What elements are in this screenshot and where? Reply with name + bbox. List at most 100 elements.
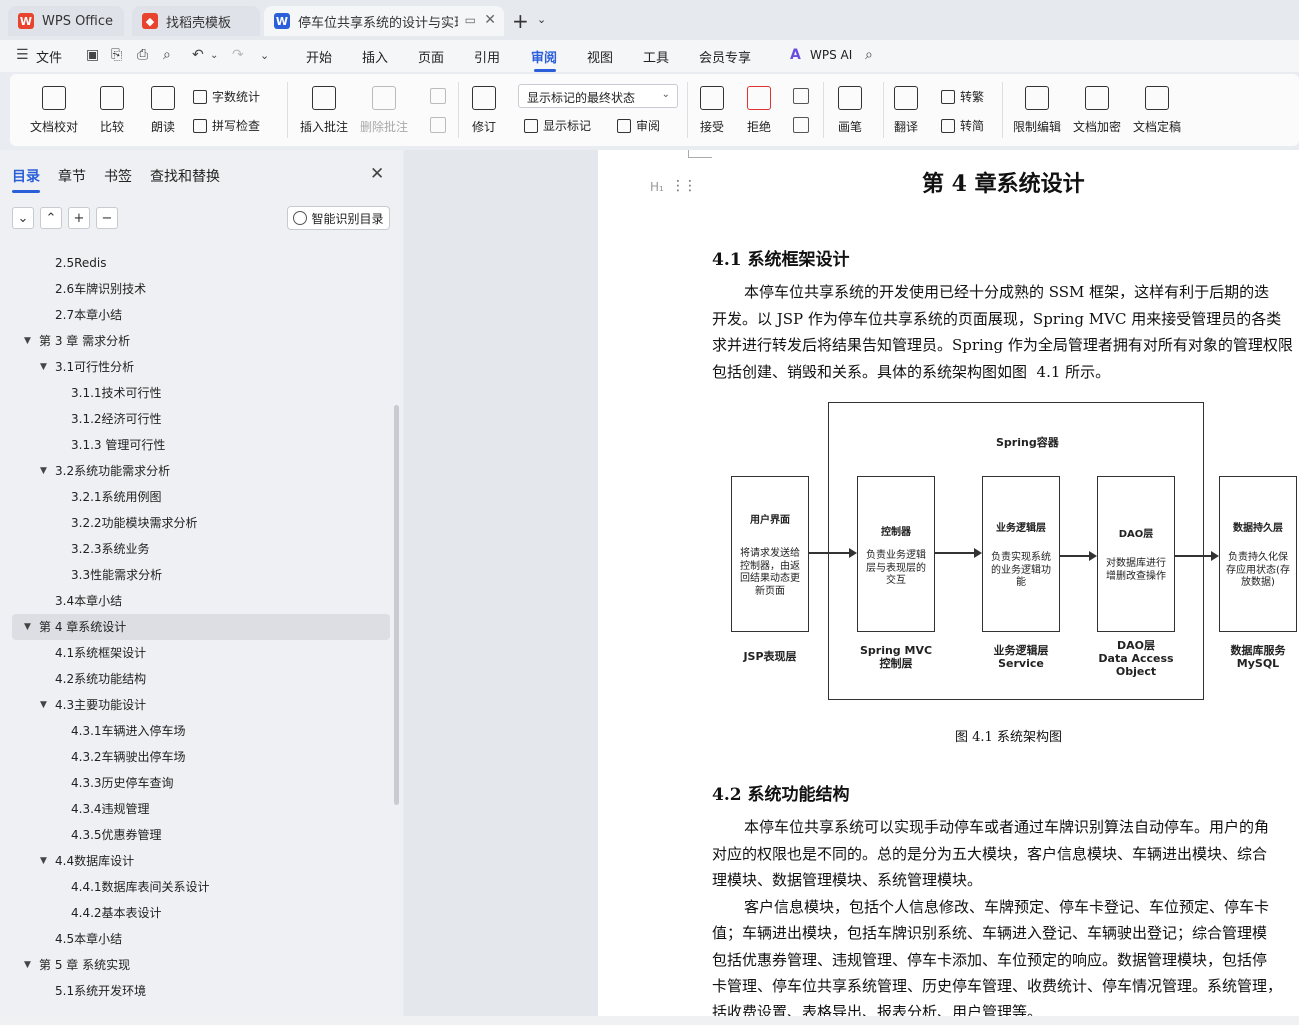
toc-item[interactable]: 4.3.4违规管理: [12, 796, 390, 822]
markup-state-select[interactable]: 显示标记的最终状态 ⌄: [518, 84, 678, 108]
collapse-caret-icon[interactable]: ▼: [40, 692, 47, 718]
search-icon[interactable]: ⌕: [865, 47, 873, 63]
expand-all-button[interactable]: ⌄: [12, 207, 34, 229]
close-icon[interactable]: ✕: [370, 164, 384, 184]
undo-icon[interactable]: ↶: [192, 47, 204, 63]
next-comment-icon[interactable]: [430, 117, 446, 133]
tab-sections[interactable]: 章节: [58, 166, 86, 186]
menu-file[interactable]: 文件: [36, 47, 62, 66]
toc-item[interactable]: 4.4.2基本表设计: [12, 900, 390, 926]
tab-find-replace[interactable]: 查找和替换: [150, 166, 220, 186]
hamburger-menu-icon[interactable]: ☰: [16, 47, 29, 63]
restrict-edit-button[interactable]: 限制编辑: [1013, 86, 1061, 135]
spell-check-button[interactable]: 拼写检查: [193, 117, 260, 134]
review-pane-button[interactable]: 审阅: [617, 117, 660, 134]
new-tab-icon[interactable]: +: [512, 9, 529, 33]
toc-item[interactable]: 3.2.2功能模块需求分析: [12, 510, 390, 536]
toc-item[interactable]: 2.5Redis: [12, 250, 390, 276]
toc-item[interactable]: 4.3.3历史停车查询: [12, 770, 390, 796]
toc-item[interactable]: 4.1系统框架设计: [12, 640, 390, 666]
collapse-caret-icon[interactable]: ▼: [40, 354, 47, 380]
print-icon[interactable]: ⎙: [137, 47, 148, 63]
pen-button[interactable]: 画笔: [838, 86, 862, 135]
tab-wps-office[interactable]: W WPS Office: [8, 6, 124, 36]
read-aloud-button[interactable]: 朗读: [151, 86, 175, 135]
toc-item[interactable]: ▼ 第 4 章系统设计: [12, 614, 390, 640]
chevron-down-icon[interactable]: ⌄: [537, 13, 546, 26]
menu-insert[interactable]: 插入: [362, 47, 388, 66]
toc-item[interactable]: 3.4本章小结: [12, 588, 390, 614]
menu-tools[interactable]: 工具: [643, 47, 669, 66]
smart-toc-button[interactable]: 智能识别目录: [287, 206, 390, 230]
collapse-caret-icon[interactable]: ▼: [24, 614, 31, 640]
drag-handle-icon[interactable]: ⋮⋮: [671, 178, 697, 194]
toc-item[interactable]: 2.6车牌识别技术: [12, 276, 390, 302]
delete-comment-button[interactable]: 删除批注: [360, 86, 408, 135]
toc-item[interactable]: 4.5本章小结: [12, 926, 390, 952]
print-preview-icon[interactable]: ⌕: [163, 47, 171, 63]
reject-button[interactable]: 拒绝: [747, 86, 771, 135]
toc-item[interactable]: 3.1.3 管理可行性: [12, 432, 390, 458]
encrypt-button[interactable]: 文档加密: [1073, 86, 1121, 135]
doc-check-button[interactable]: 文档校对: [30, 86, 78, 135]
toc-item[interactable]: 4.3.2车辆驶出停车场: [12, 744, 390, 770]
monitor-icon[interactable]: ▭: [465, 13, 476, 27]
tab-bookmarks[interactable]: 书签: [104, 166, 132, 186]
translate-button[interactable]: 翻译: [894, 86, 918, 135]
collapse-all-button[interactable]: ⌃: [40, 207, 62, 229]
redo-icon[interactable]: ↷: [232, 47, 244, 63]
toc-item[interactable]: ▼ 3.1可行性分析: [12, 354, 390, 380]
to-traditional-button[interactable]: 转繁: [941, 88, 984, 105]
compare-button[interactable]: 比较: [100, 86, 124, 135]
toc-item[interactable]: ▼ 3.2系统功能需求分析: [12, 458, 390, 484]
insert-comment-button[interactable]: 插入批注: [300, 86, 348, 135]
collapse-caret-icon[interactable]: ▼: [24, 328, 31, 354]
menu-start[interactable]: 开始: [306, 47, 332, 66]
menu-wps-ai[interactable]: WPS AI: [810, 48, 852, 62]
toc-item[interactable]: 4.3.5优惠券管理: [12, 822, 390, 848]
close-tab-icon[interactable]: ✕: [484, 12, 496, 28]
accept-button[interactable]: 接受: [700, 86, 724, 135]
prev-change-icon[interactable]: [793, 88, 809, 104]
toc-item[interactable]: 4.2系统功能结构: [12, 666, 390, 692]
collapse-caret-icon[interactable]: ▼: [40, 848, 47, 874]
menu-page[interactable]: 页面: [418, 47, 444, 66]
next-change-icon[interactable]: [793, 117, 809, 133]
show-markup-button[interactable]: 显示标记: [524, 117, 591, 134]
scrollbar[interactable]: [394, 405, 399, 805]
menu-view[interactable]: 视图: [587, 47, 613, 66]
toc-item[interactable]: ▼ 第 3 章 需求分析: [12, 328, 390, 354]
tab-docer-templates[interactable]: ◆ 找稻壳模板: [132, 6, 260, 36]
menu-review[interactable]: 审阅: [531, 47, 557, 66]
to-simplified-button[interactable]: 转简: [941, 117, 984, 134]
remove-heading-button[interactable]: −: [96, 207, 118, 229]
wps-ai-icon[interactable]: A: [790, 47, 801, 63]
toc-item[interactable]: ▼ 第 5 章 系统实现: [12, 952, 390, 978]
toc-item[interactable]: ▼ 4.4数据库设计: [12, 848, 390, 874]
prev-comment-icon[interactable]: [430, 88, 446, 104]
toc-item[interactable]: 2.7本章小结: [12, 302, 390, 328]
toc-item[interactable]: 5.1系统开发环境: [12, 978, 390, 1004]
save-icon[interactable]: ▣: [86, 47, 99, 63]
track-changes-button[interactable]: 修订: [472, 86, 496, 135]
more-dropdown-icon[interactable]: ⌄: [260, 49, 269, 62]
toc-item[interactable]: 3.1.1技术可行性: [12, 380, 390, 406]
toc-item[interactable]: 3.3性能需求分析: [12, 562, 390, 588]
menu-reference[interactable]: 引用: [474, 47, 500, 66]
toc-item[interactable]: ▼ 4.3主要功能设计: [12, 692, 390, 718]
word-count-button[interactable]: 字数统计: [193, 88, 260, 105]
toc-item[interactable]: 3.1.2经济可行性: [12, 406, 390, 432]
add-heading-button[interactable]: +: [68, 207, 90, 229]
tab-document[interactable]: W 停车位共享系统的设计与实现 ▭ ✕: [264, 6, 504, 36]
finalize-button[interactable]: 文档定稿: [1133, 86, 1181, 135]
toc-item[interactable]: 4.4.1数据库表间关系设计: [12, 874, 390, 900]
collapse-caret-icon[interactable]: ▼: [24, 952, 31, 978]
toc-item[interactable]: 3.2.1系统用例图: [12, 484, 390, 510]
undo-dropdown-icon[interactable]: ⌄: [210, 50, 218, 61]
tab-toc[interactable]: 目录: [12, 166, 40, 186]
export-icon[interactable]: ⎘: [111, 47, 122, 63]
toc-item[interactable]: 4.3.1车辆进入停车场: [12, 718, 390, 744]
menu-member[interactable]: 会员专享: [699, 47, 751, 66]
toc-item[interactable]: 3.2.3系统业务: [12, 536, 390, 562]
heading-marker-icon[interactable]: H₁: [650, 180, 664, 194]
